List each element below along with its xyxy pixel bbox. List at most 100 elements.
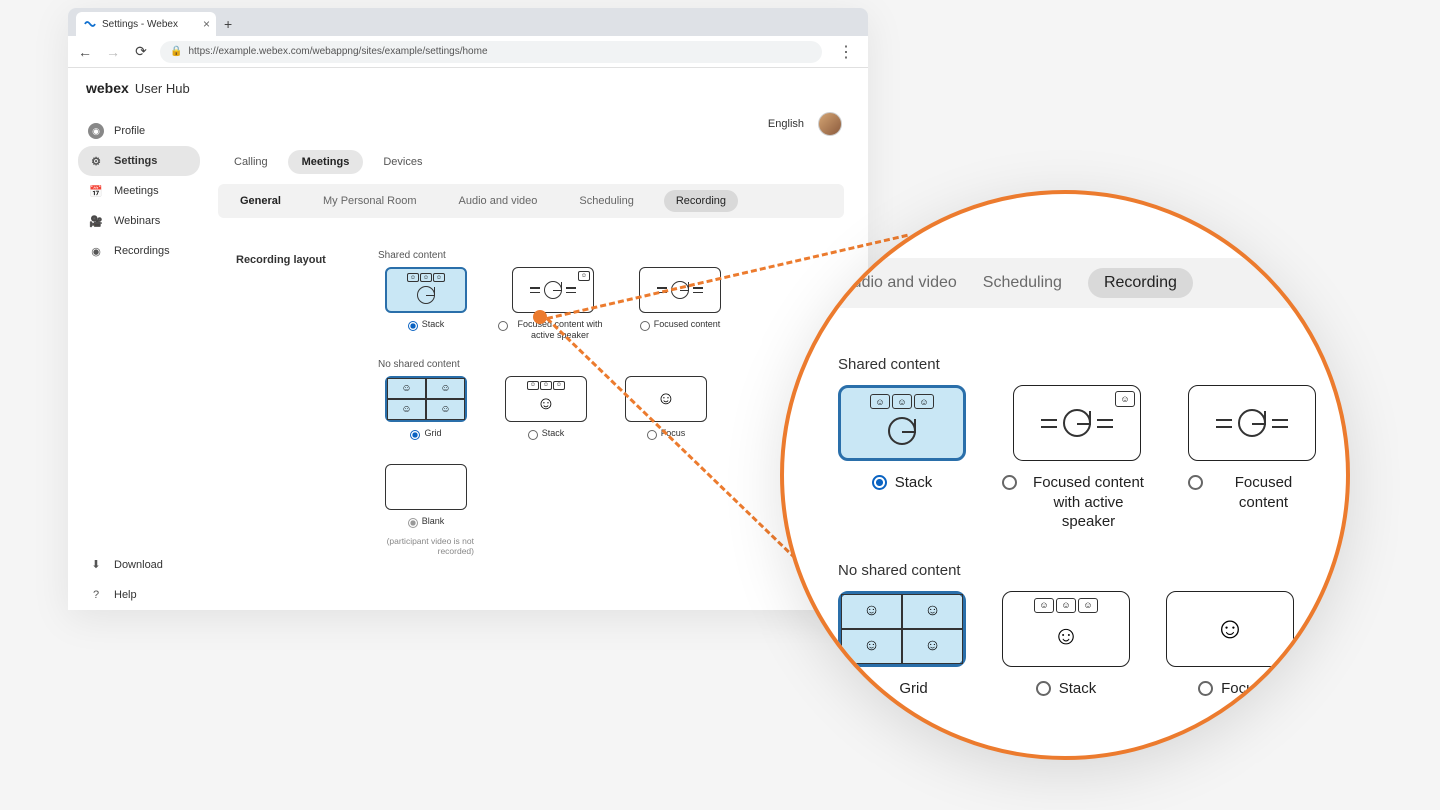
radio-icon[interactable] xyxy=(647,430,657,440)
browser-tab-bar: Settings - Webex × + xyxy=(68,8,868,36)
zoom-thumb-stack-icon: ☺☺☺ xyxy=(838,385,966,461)
primary-tabs: Calling Meetings Devices xyxy=(212,144,850,184)
zoom-option-stack2[interactable]: ☺☺☺ ☺ Stack xyxy=(1002,591,1130,699)
thumb-focused-speaker-icon: ☺ xyxy=(512,267,594,313)
subtab-scheduling[interactable]: Scheduling xyxy=(567,190,645,212)
avatar[interactable] xyxy=(818,112,842,136)
radio-icon[interactable] xyxy=(528,430,538,440)
forward-icon: → xyxy=(104,44,122,60)
zoom-option-focused-speaker[interactable]: ☺ Focused content with active speaker xyxy=(1002,385,1152,532)
browser-menu-icon[interactable]: ⋮ xyxy=(832,42,860,62)
subtab-general[interactable]: General xyxy=(228,190,293,212)
blank-hint: (participant video is not recorded) xyxy=(378,536,474,556)
gear-icon: ⚙ xyxy=(88,153,104,169)
sidebar-item-help[interactable]: ? Help xyxy=(78,580,200,610)
subtab-recording[interactable]: Recording xyxy=(664,190,738,212)
browser-tab-title: Settings - Webex xyxy=(102,19,178,30)
help-icon: ? xyxy=(88,587,104,603)
sidebar-item-label: Webinars xyxy=(114,215,160,227)
sidebar-item-settings[interactable]: ⚙ Settings xyxy=(78,146,200,176)
shared-content-label: Shared content xyxy=(378,250,826,261)
radio-icon[interactable] xyxy=(1198,681,1213,696)
zoom-noshared-label: No shared content xyxy=(838,562,1316,579)
zoom-thumb-focused-icon xyxy=(1188,385,1316,461)
thumb-stack-icon: ☺☺☺ xyxy=(385,267,467,313)
zoom-callout: Audio and video Scheduling Recording Sha… xyxy=(780,190,1350,760)
browser-tab[interactable]: Settings - Webex × xyxy=(76,12,216,36)
zoom-option-stack[interactable]: ☺☺☺ Stack xyxy=(838,385,966,493)
header-right: English xyxy=(212,112,850,144)
zoom-option-grid[interactable]: ☺☺☺☺ Grid xyxy=(838,591,966,699)
radio-icon[interactable] xyxy=(410,430,420,440)
thumb-grid-icon: ☺☺☺☺ xyxy=(385,376,467,422)
radio-icon[interactable] xyxy=(498,321,508,331)
zoom-option-focused[interactable]: Focused content xyxy=(1188,385,1316,512)
zoom-thumb-focus-icon: ☺ xyxy=(1166,591,1294,667)
zoom-shared-label: Shared content xyxy=(838,356,1316,373)
sidebar-item-meetings[interactable]: 📅 Meetings xyxy=(78,176,200,206)
record-icon: ◉ xyxy=(88,243,104,259)
radio-icon[interactable] xyxy=(1002,475,1017,490)
option-blank[interactable]: Blank (participant video is not recorded… xyxy=(378,464,474,556)
option-focused-with-speaker[interactable]: ☺ Focused content with active speaker xyxy=(498,267,608,341)
sidebar: ◉ Profile ⚙ Settings 📅 Meetings 🎥 Webina… xyxy=(68,108,208,610)
zoom-thumb-focused-speaker-icon: ☺ xyxy=(1013,385,1141,461)
subtab-my-personal-room[interactable]: My Personal Room xyxy=(311,190,429,212)
sidebar-item-label: Meetings xyxy=(114,185,159,197)
language-selector[interactable]: English xyxy=(768,118,804,130)
zoom-subtab-recording[interactable]: Recording xyxy=(1088,268,1193,298)
callout-anchor-icon xyxy=(533,310,547,324)
radio-icon[interactable] xyxy=(640,321,650,331)
recording-card: Recording layout Shared content ☺☺☺ Stac… xyxy=(218,230,844,580)
url-text: https://example.webex.com/webappng/sites… xyxy=(188,46,487,57)
zoom-thumb-stack2-icon: ☺☺☺ ☺ xyxy=(1002,591,1130,667)
thumb-stack2-icon: ☺☺☺ ☺ xyxy=(505,376,587,422)
radio-icon[interactable] xyxy=(408,518,418,528)
radio-icon[interactable] xyxy=(1188,475,1203,490)
option-grid[interactable]: ☺☺☺☺ Grid xyxy=(378,376,474,440)
close-icon[interactable]: × xyxy=(203,17,210,31)
webex-favicon-icon xyxy=(84,18,96,30)
thumb-blank-icon xyxy=(385,464,467,510)
option-stack-shared[interactable]: ☺☺☺ Stack xyxy=(378,267,474,331)
radio-icon[interactable] xyxy=(1036,681,1051,696)
calendar-icon: 📅 xyxy=(88,183,104,199)
address-bar[interactable]: 🔒 https://example.webex.com/webappng/sit… xyxy=(160,41,822,63)
zoom-thumb-grid-icon: ☺☺☺☺ xyxy=(838,591,966,667)
secondary-tabs: General My Personal Room Audio and video… xyxy=(218,184,844,218)
tab-meetings[interactable]: Meetings xyxy=(288,150,364,174)
profile-icon: ◉ xyxy=(88,123,104,139)
tab-calling[interactable]: Calling xyxy=(220,150,282,174)
download-icon: ⬇ xyxy=(88,557,104,573)
webinar-icon: 🎥 xyxy=(88,213,104,229)
subtab-audio-video[interactable]: Audio and video xyxy=(447,190,550,212)
zoom-option-focus2[interactable]: ☺ Focus xyxy=(1166,591,1294,699)
brand-logo: webex xyxy=(86,80,129,96)
browser-toolbar: ← → ⟳ 🔒 https://example.webex.com/webapp… xyxy=(68,36,868,68)
sidebar-item-recordings[interactable]: ◉ Recordings xyxy=(78,236,200,266)
option-focus[interactable]: ☺ Focus xyxy=(618,376,714,440)
app-header: webex User Hub xyxy=(68,68,868,108)
recording-layout-label: Recording layout xyxy=(236,250,362,266)
thumb-focus-icon: ☺ xyxy=(625,376,707,422)
new-tab-button[interactable]: + xyxy=(216,12,240,36)
option-stack-noshared[interactable]: ☺☺☺ ☺ Stack xyxy=(498,376,594,440)
option-focused-content[interactable]: Focused content xyxy=(632,267,728,331)
thumb-focused-icon xyxy=(639,267,721,313)
radio-icon[interactable] xyxy=(408,321,418,331)
back-icon[interactable]: ← xyxy=(76,44,94,60)
zoom-subtabs: Audio and video Scheduling Recording xyxy=(828,258,1326,308)
zoom-subtab-audio-video[interactable]: Audio and video xyxy=(842,274,957,292)
sidebar-item-label: Settings xyxy=(114,155,157,167)
sidebar-item-label: Download xyxy=(114,559,163,571)
sidebar-item-webinars[interactable]: 🎥 Webinars xyxy=(78,206,200,236)
lock-icon: 🔒 xyxy=(170,46,182,57)
radio-icon[interactable] xyxy=(872,475,887,490)
sidebar-item-profile[interactable]: ◉ Profile xyxy=(78,116,200,146)
zoom-subtab-scheduling[interactable]: Scheduling xyxy=(983,274,1062,292)
tab-devices[interactable]: Devices xyxy=(369,150,436,174)
sidebar-item-download[interactable]: ⬇ Download xyxy=(78,550,200,580)
reload-icon[interactable]: ⟳ xyxy=(132,43,150,60)
sidebar-item-label: Recordings xyxy=(114,245,170,257)
no-shared-content-label: No shared content xyxy=(378,359,826,370)
